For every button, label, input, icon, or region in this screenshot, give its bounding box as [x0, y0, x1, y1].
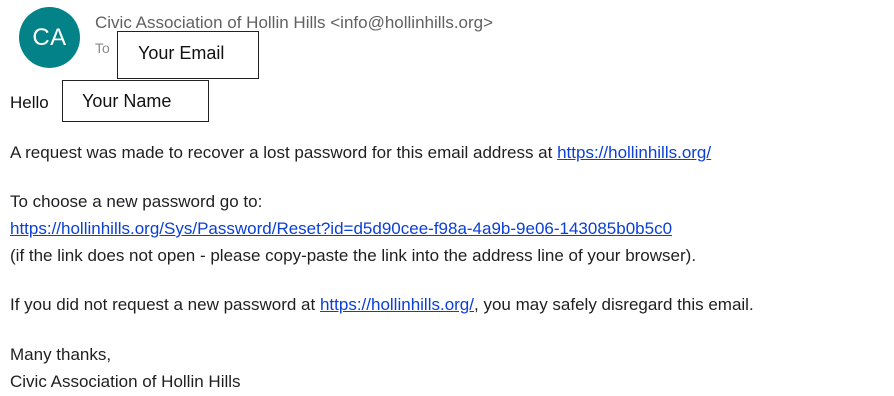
email-message: CA Civic Association of Hollin Hills <in…: [0, 0, 894, 396]
disregard-site-link[interactable]: https://hollinhills.org/: [320, 295, 474, 314]
request-text: A request was made to recover a lost pas…: [10, 143, 558, 162]
reset-password-link[interactable]: https://hollinhills.org/Sys/Password/Res…: [10, 219, 672, 238]
signature: Civic Association of Hollin Hills: [10, 372, 241, 391]
avatar-initials: CA: [32, 24, 67, 51]
to-label: To: [95, 40, 110, 56]
fallback-text: (if the link does not open - please copy…: [10, 246, 697, 265]
greeting-hello: Hello: [10, 93, 49, 112]
reset-link-line: https://hollinhills.org/Sys/Password/Res…: [10, 219, 672, 239]
sender-address[interactable]: Civic Association of Hollin Hills <info@…: [95, 13, 493, 33]
recipient-name-placeholder: Your Name: [62, 80, 209, 122]
recipient-email-placeholder: Your Email: [117, 31, 259, 79]
disregard-prefix: If you did not request a new password at: [10, 295, 320, 314]
closing-thanks: Many thanks,: [10, 345, 112, 364]
disregard-paragraph: If you did not request a new password at…: [10, 295, 754, 315]
site-link[interactable]: https://hollinhills.org/: [557, 143, 711, 162]
disregard-suffix: , you may safely disregard this email.: [474, 295, 754, 314]
choose-text: To choose a new password go to:: [10, 192, 263, 211]
sender-avatar[interactable]: CA: [19, 7, 80, 68]
request-paragraph: A request was made to recover a lost pas…: [10, 143, 711, 163]
